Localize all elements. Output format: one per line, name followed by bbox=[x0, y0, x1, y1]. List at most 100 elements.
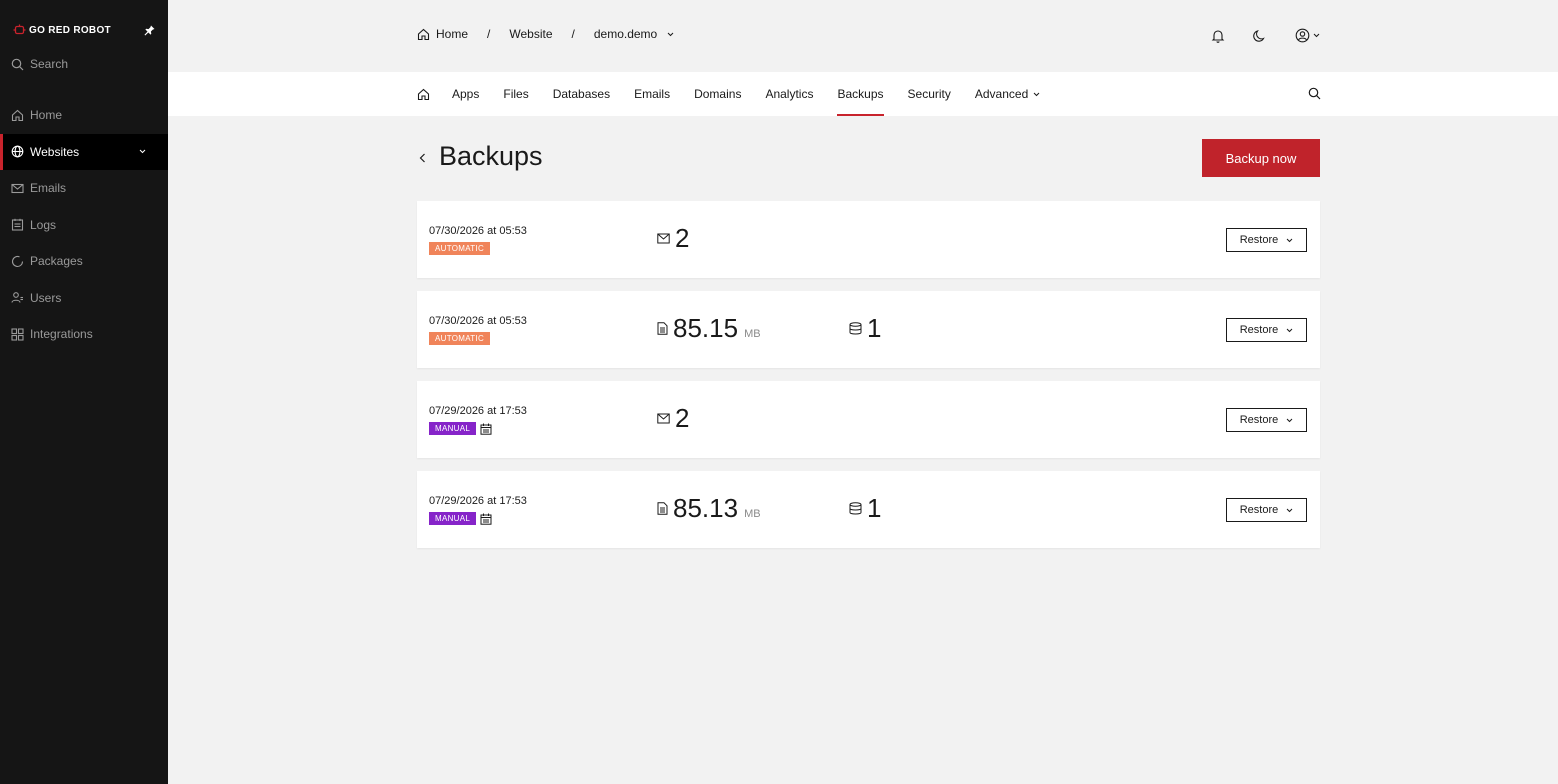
calendar-icon bbox=[480, 513, 492, 525]
restore-label: Restore bbox=[1239, 324, 1279, 336]
backup-badges: MANUAL bbox=[429, 512, 492, 525]
chevron-down-icon bbox=[667, 32, 674, 37]
page-title: Backups bbox=[439, 141, 543, 171]
tab-label: Emails bbox=[634, 87, 671, 101]
chevron-down-icon bbox=[1286, 328, 1293, 333]
mail-icon bbox=[11, 182, 24, 195]
file-icon bbox=[657, 321, 668, 335]
integrations-icon bbox=[11, 328, 24, 341]
backup-card: 07/29/2026 at 17:53 MANUAL 2 Restore bbox=[417, 381, 1320, 458]
tab-home[interactable] bbox=[417, 72, 430, 116]
tab-databases[interactable]: Databases bbox=[553, 72, 610, 116]
home-icon bbox=[417, 88, 430, 101]
backup-type-badge: MANUAL bbox=[429, 422, 477, 435]
top-header: Home / Website / demo.demo bbox=[168, 0, 1558, 72]
sidebar-item-home[interactable]: Home bbox=[0, 97, 168, 134]
breadcrumb-home[interactable]: Home bbox=[417, 27, 468, 41]
restore-button[interactable]: Restore bbox=[1226, 318, 1307, 342]
email-count-value: 2 bbox=[675, 403, 690, 433]
breadcrumb-separator: / bbox=[571, 27, 575, 41]
breadcrumb-website-label: Website bbox=[509, 27, 553, 41]
search-icon[interactable] bbox=[1308, 87, 1321, 100]
tab-label: Domains bbox=[694, 87, 742, 101]
sidebar-item-logs[interactable]: Logs bbox=[0, 207, 168, 244]
restore-button[interactable]: Restore bbox=[1226, 228, 1307, 252]
breadcrumb: Home / Website / demo.demo bbox=[417, 27, 674, 41]
chevron-down-icon bbox=[139, 149, 146, 154]
moon-icon[interactable] bbox=[1253, 29, 1267, 43]
chevron-down-icon bbox=[1286, 418, 1293, 423]
calendar-icon bbox=[480, 423, 492, 435]
sidebar-item-emails[interactable]: Emails bbox=[0, 170, 168, 207]
package-icon bbox=[11, 255, 24, 268]
files-size-value: 85.15 bbox=[673, 313, 739, 343]
user-menu[interactable] bbox=[1295, 28, 1320, 43]
backup-type-badge: AUTOMATIC bbox=[429, 242, 491, 255]
backup-badges: AUTOMATIC bbox=[429, 332, 491, 345]
sidebar-nav: Home Websites Emails Logs Packages Users… bbox=[0, 97, 168, 353]
bell-icon[interactable] bbox=[1211, 29, 1225, 43]
files-size-value: 85.13 bbox=[673, 493, 739, 523]
tab-label: Analytics bbox=[765, 87, 814, 101]
logo-row: GO RED ROBOT bbox=[13, 20, 155, 40]
files-size-unit: MB bbox=[744, 328, 761, 340]
tab-security[interactable]: Security bbox=[908, 72, 951, 116]
breadcrumb-website[interactable]: Website bbox=[509, 27, 552, 41]
globe-icon bbox=[11, 145, 24, 158]
email-count: 2 bbox=[657, 223, 689, 253]
chevron-down-icon bbox=[1313, 33, 1320, 38]
pin-icon[interactable] bbox=[144, 25, 155, 36]
restore-button[interactable]: Restore bbox=[1226, 498, 1307, 522]
log-icon bbox=[11, 218, 24, 231]
breadcrumb-site-selector[interactable]: demo.demo bbox=[594, 27, 674, 41]
brand-logo[interactable]: GO RED ROBOT bbox=[13, 24, 111, 36]
database-count: 1 bbox=[849, 313, 881, 343]
backup-type-badge: AUTOMATIC bbox=[429, 332, 491, 345]
backup-date: 07/30/2026 at 05:53 bbox=[429, 315, 527, 327]
brand-name: GO RED ROBOT bbox=[29, 24, 111, 36]
files-size: 85.15 MB bbox=[657, 313, 761, 343]
sidebar-item-label: Packages bbox=[30, 254, 83, 269]
sidebar-item-label: Integrations bbox=[30, 327, 93, 342]
backup-card: 07/30/2026 at 05:53 AUTOMATIC 85.15 MB 1… bbox=[417, 291, 1320, 368]
database-icon bbox=[849, 321, 862, 335]
restore-button[interactable]: Restore bbox=[1226, 408, 1307, 432]
mail-icon bbox=[657, 413, 670, 424]
backup-badges: MANUAL bbox=[429, 422, 492, 435]
sidebar-item-label: Emails bbox=[30, 181, 67, 196]
backup-card: 07/29/2026 at 17:53 MANUAL 85.13 MB 1 Re… bbox=[417, 471, 1320, 548]
tab-files[interactable]: Files bbox=[503, 72, 528, 116]
backup-now-button[interactable]: Backup now bbox=[1202, 139, 1320, 177]
tab-label: Apps bbox=[452, 87, 480, 101]
sidebar-item-websites[interactable]: Websites bbox=[0, 133, 168, 170]
sidebar-item-users[interactable]: Users bbox=[0, 280, 168, 317]
sidebar: GO RED ROBOT Search Home Websites Emails… bbox=[0, 0, 168, 784]
tab-label: Databases bbox=[552, 87, 611, 101]
tab-apps[interactable]: Apps bbox=[452, 72, 479, 116]
tab-analytics[interactable]: Analytics bbox=[765, 72, 813, 116]
search-icon bbox=[11, 58, 24, 71]
page-header: Backups Backup now bbox=[417, 139, 1320, 177]
tab-domains[interactable]: Domains bbox=[694, 72, 741, 116]
file-icon bbox=[657, 501, 668, 515]
chevron-down-icon bbox=[1033, 92, 1040, 97]
sidebar-item-packages[interactable]: Packages bbox=[0, 243, 168, 280]
sidebar-search[interactable]: Search bbox=[11, 57, 68, 71]
back-chevron-icon[interactable] bbox=[419, 153, 426, 163]
users-icon bbox=[11, 291, 24, 304]
tab-emails[interactable]: Emails bbox=[634, 72, 670, 116]
breadcrumb-separator: / bbox=[487, 27, 491, 41]
database-icon bbox=[849, 501, 862, 515]
sidebar-item-label: Logs bbox=[30, 217, 57, 232]
files-size-unit: MB bbox=[744, 508, 761, 520]
database-count: 1 bbox=[849, 493, 881, 523]
sidebar-item-integrations[interactable]: Integrations bbox=[0, 316, 168, 353]
tab-advanced[interactable]: Advanced bbox=[975, 72, 1040, 116]
backup-card: 07/30/2026 at 05:53 AUTOMATIC 2 Restore bbox=[417, 201, 1320, 278]
breadcrumb-home-label: Home bbox=[436, 27, 469, 41]
tab-backups[interactable]: Backups bbox=[837, 72, 884, 116]
sidebar-item-label: Websites bbox=[30, 144, 80, 159]
email-count: 2 bbox=[657, 403, 689, 433]
user-avatar-icon bbox=[1295, 28, 1310, 43]
backup-badges: AUTOMATIC bbox=[429, 242, 491, 255]
